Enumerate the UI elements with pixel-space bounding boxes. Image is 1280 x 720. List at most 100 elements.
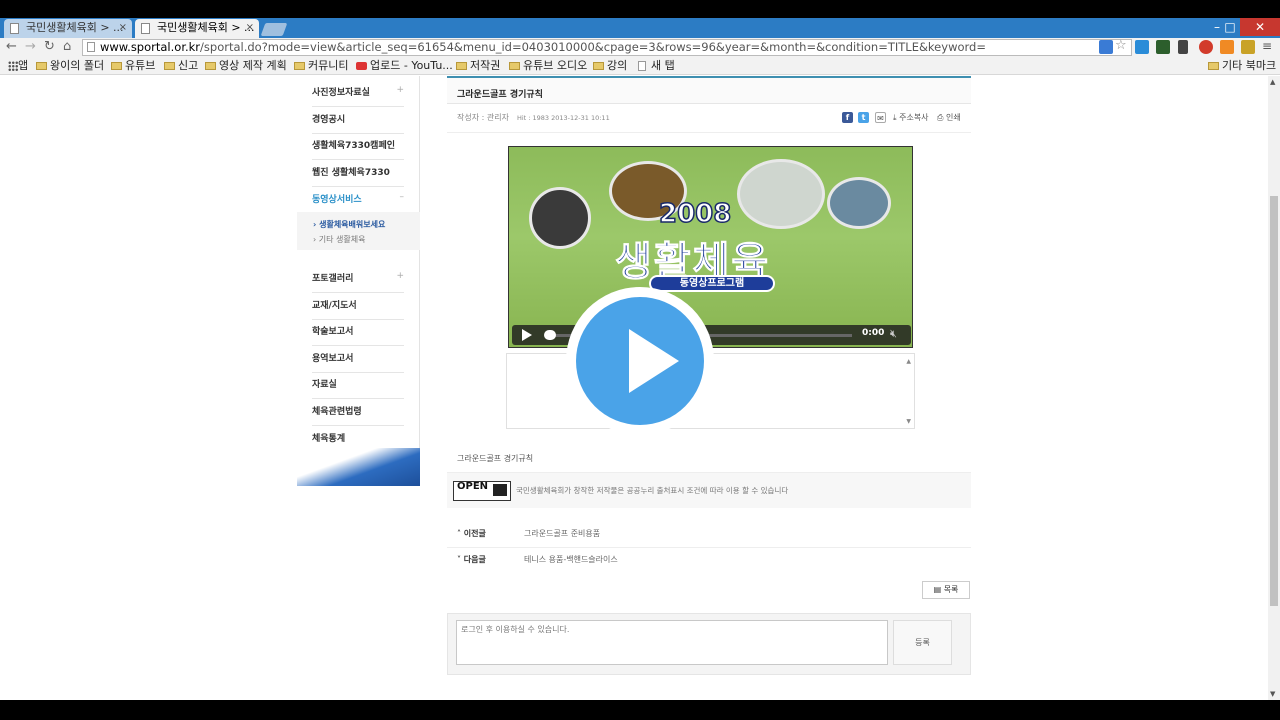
back-icon[interactable]: ← [6, 39, 17, 54]
print-link[interactable]: ⎙ 인쇄 [937, 112, 961, 123]
bookmark-page[interactable]: 새 탭 [637, 59, 675, 73]
sidebar-item[interactable]: 학술보고서 [312, 324, 404, 346]
close-icon[interactable]: × [246, 19, 254, 37]
scroll-up-icon[interactable]: ▲ [1270, 78, 1275, 86]
license-icon [493, 484, 507, 496]
sidebar-item[interactable]: 용역보고서 [312, 351, 404, 373]
sidebar-submenu: › 생활체육배워보세요 › 기타 생활체육 [297, 212, 420, 250]
download-icon[interactable] [1135, 40, 1149, 54]
tab-1[interactable]: 국민생활체육회 > ... × [4, 19, 132, 38]
play-triangle [629, 329, 679, 393]
extension-icon[interactable] [1241, 40, 1255, 54]
tab-2-label: 국민생활체육회 > ... [157, 21, 255, 34]
video-thumbnail-circle [529, 187, 591, 249]
prev-label: ˄ 이전글 [457, 529, 486, 538]
bookmark-folder[interactable]: 유튜브 [111, 59, 155, 73]
translate-icon[interactable] [1099, 40, 1113, 54]
prev-post-title[interactable]: 그라운드골프 준비용품 [524, 528, 600, 539]
sidebar-item[interactable]: 체육관련법령 [312, 404, 404, 426]
scroll-down-icon[interactable]: ▼ [1270, 690, 1275, 698]
bookmark-folder[interactable]: 유튜브 오디오 [509, 59, 587, 73]
folder-icon [509, 62, 520, 70]
extension-icon[interactable] [1199, 40, 1213, 54]
comment-box: 로그인 후 이용하실 수 있습니다. 등록 [447, 613, 971, 675]
video-thumbnail-circle [827, 177, 891, 229]
sidebar-item-active[interactable]: 동영상서비스 – [312, 192, 404, 213]
facebook-icon[interactable]: f [842, 112, 853, 123]
minus-icon: – [399, 192, 405, 202]
scroll-up-icon[interactable]: ▲ [906, 358, 911, 365]
sidebar-item[interactable]: 웹진 생활체육7330 [312, 165, 404, 187]
article-meta: 작성자 : 관리자 Hit : 1983 2013-12-31 10:11 [457, 112, 610, 123]
list-button[interactable]: ▤ 목록 [922, 581, 970, 599]
extension-icon[interactable] [1178, 40, 1188, 54]
video-banner: 동영상프로그램 [649, 275, 775, 292]
bookmark-youtube[interactable]: 업로드 - YouTu... [356, 59, 453, 73]
reload-icon[interactable]: ↻ [44, 39, 55, 54]
bookmark-folder[interactable]: 왕이의 폴더 [36, 59, 104, 73]
scroll-down-icon[interactable]: ▼ [906, 418, 911, 425]
window-close-icon[interactable]: ✕ [1240, 18, 1280, 36]
big-play-button[interactable] [566, 287, 714, 435]
seek-handle[interactable] [544, 330, 556, 340]
bookmark-folder[interactable]: 영상 제작 계획 [205, 59, 287, 73]
next-label: ˅ 다음글 [457, 555, 486, 564]
sidebar-item[interactable]: 자료실 [312, 377, 404, 399]
bookmark-apps[interactable]: 앱 [4, 59, 28, 73]
scrollbar-thumb[interactable] [1270, 196, 1278, 606]
bookmark-folder[interactable]: 커뮤니티 [294, 59, 348, 73]
tab-strip: 국민생활체육회 > ... × 국민생활체육회 > ... × [0, 18, 1280, 38]
address-bar[interactable]: www.sportal.or.kr/sportal.do?mode=view&a… [82, 39, 1132, 56]
sidebar-item[interactable]: 교재/지도서 [312, 298, 404, 320]
other-bookmarks[interactable]: 기타 북마크 [1208, 59, 1276, 73]
video-time: 0:00 [862, 328, 885, 338]
next-post-row[interactable]: ˅ 다음글 테니스 용품-백핸드슬라이스 [447, 548, 971, 574]
plus-icon: + [396, 85, 404, 95]
comment-input[interactable]: 로그인 후 이용하실 수 있습니다. [456, 620, 888, 665]
sidebar-item[interactable]: 경영공시 [312, 112, 404, 134]
license-notice: OPEN 국민생활체육회가 창작한 저작물은 공공누리 출처표시 조건에 따라 … [447, 472, 971, 508]
video-player[interactable]: 2008 생활체육 동영상프로그램 0:00 🔇︎ [508, 146, 913, 348]
sidebar: 사진정보자료실 + 경영공시 생활체육7330캠페인 웹진 생활체육7330 동영… [297, 76, 420, 486]
folder-icon [111, 62, 122, 70]
home-icon[interactable]: ⌂ [63, 39, 71, 54]
bookmark-folder[interactable]: 강의 [593, 59, 627, 73]
twitter-icon[interactable]: t [858, 112, 869, 123]
bookmarks-bar: 앱 왕이의 폴더 유튜브 신고 영상 제작 계획 커뮤니티 업로드 - YouT… [0, 58, 1280, 75]
address-copy-link[interactable]: ⤓ 주소복사 [893, 112, 929, 123]
next-post-title[interactable]: 테니스 용품-백핸드슬라이스 [524, 554, 618, 565]
open-license-badge: OPEN [453, 481, 511, 501]
browser-toolbar: ← → ↻ ⌂ www.sportal.or.kr/sportal.do?mod… [0, 38, 1280, 58]
list-icon: ▤ [933, 585, 942, 594]
folder-icon [205, 62, 216, 70]
extension-icon[interactable] [1156, 40, 1170, 54]
submenu-item[interactable]: › 기타 생활체육 [313, 234, 365, 245]
sidebar-decoration [297, 448, 420, 486]
article-title: 그라운드골프 경기규칙 [447, 76, 971, 104]
prev-post-row[interactable]: ˄ 이전글 그라운드골프 준비용품 [447, 522, 971, 548]
rss-icon[interactable] [1220, 40, 1234, 54]
submit-button[interactable]: 등록 [893, 620, 952, 665]
page-scrollbar[interactable]: ▲ ▼ [1268, 76, 1280, 700]
share-icon[interactable]: ✉ [875, 112, 886, 123]
page-icon [638, 61, 646, 71]
bookmark-folder[interactable]: 저작권 [456, 59, 500, 73]
tab-1-label: 국민생활체육회 > ... [26, 21, 124, 34]
forward-icon[interactable]: → [25, 39, 36, 54]
close-icon[interactable]: × [119, 19, 127, 37]
sidebar-item[interactable]: 생활체육7330캠페인 [312, 138, 404, 160]
bookmark-folder[interactable]: 신고 [164, 59, 198, 73]
new-tab-button[interactable] [260, 23, 288, 36]
star-icon[interactable]: ☆ [1115, 39, 1129, 54]
play-icon[interactable] [522, 329, 532, 341]
mute-icon[interactable]: 🔇︎ [890, 327, 897, 341]
tab-2[interactable]: 국민생활체육회 > ... × [135, 19, 259, 38]
folder-icon [1208, 62, 1219, 70]
video-caption: 그라운드골프 경기규칙 [457, 454, 534, 463]
folder-icon [593, 62, 604, 70]
menu-icon[interactable]: ≡ [1262, 40, 1276, 54]
chevron-down-icon: ˅ [457, 555, 461, 564]
sidebar-item[interactable]: 포토갤러리 + [312, 271, 404, 293]
submenu-item-active[interactable]: › 생활체육배워보세요 [313, 219, 385, 230]
sidebar-item[interactable]: 사진정보자료실 + [312, 85, 404, 107]
